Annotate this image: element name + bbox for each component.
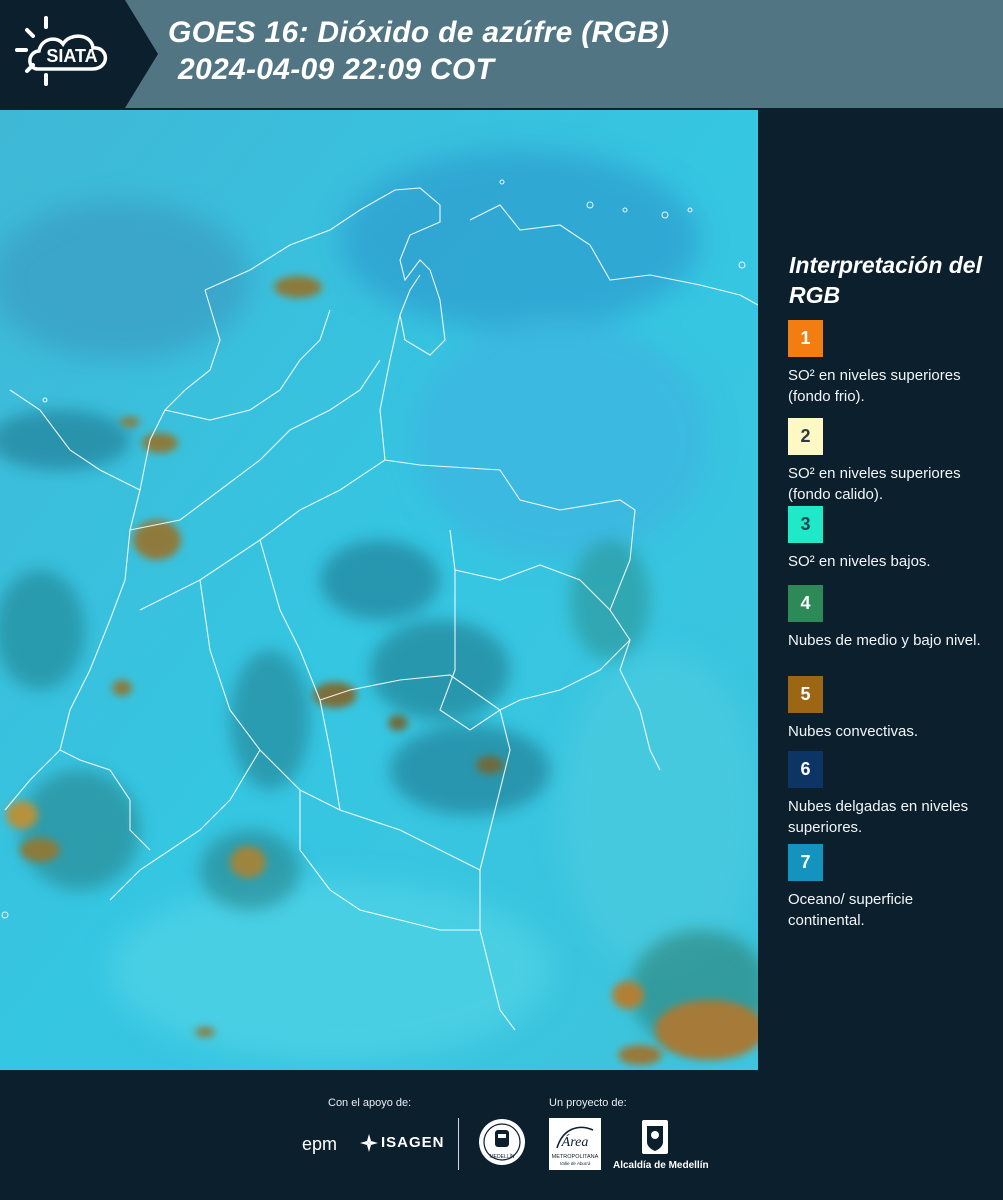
legend-title: Interpretación del RGB [789,252,982,308]
legend-number: 2 [800,426,811,446]
legend-text: SO² en niveles superiores (fondo calido)… [788,465,961,503]
page-title: GOES 16: Dióxido de azúfre (RGB) 2024-04… [168,14,669,88]
title-line-2: 2024-04-09 22:09 COT [178,53,495,86]
legend-text: SO² en niveles bajos. [788,553,931,570]
project-label: Un proyecto de: [549,1097,627,1109]
logo-text: SIATA [46,46,97,66]
footer-divider [458,1118,459,1170]
header-bar: SIATA GOES 16: Dióxido de azúfre (RGB) 2… [0,0,1003,108]
satellite-map[interactable] [0,110,758,1070]
legend-number: 5 [800,684,811,704]
area-logo-caption: Valle de Aburrá [560,1161,591,1166]
legend-item: 4 Nubes de medio y bajo nivel. [788,585,993,651]
legend-item: 7 Oceano/ superficie continental. [788,844,993,931]
satellite-map-image [0,110,758,1070]
support-label: Con el apoyo de: [328,1097,412,1109]
legend-item: 2 SO² en niveles superiores (fondo calid… [788,418,993,505]
legend-number: 4 [800,593,811,613]
medellin-seal: MEDELLÍN [478,1118,526,1171]
legend-swatch: 3 [788,506,823,543]
legend-swatch: 4 [788,585,823,622]
legend-swatch: 1 [788,320,823,357]
legend-number: 1 [800,328,811,348]
legend-number: 6 [800,759,811,779]
legend-number: 3 [800,514,811,534]
alcaldia-crest [640,1118,670,1163]
legend-text: Nubes de medio y bajo nivel. [788,632,981,649]
area-logo-text: Área [561,1133,589,1150]
siata-logo: SIATA [0,0,158,108]
area-metropolitana-logo: Área METROPOLITANA Valle de Aburrá [549,1118,601,1170]
footer: Con el apoyo de: Un proyecto de: epm ISA… [0,1070,1003,1200]
isagen-logo-icon [360,1134,378,1157]
legend-item: 1 SO² en niveles superiores (fondo frio)… [788,320,993,407]
legend-text: SO² en niveles superiores (fondo frio). [788,367,961,405]
legend-text: Nubes delgadas en niveles superiores. [788,798,969,836]
legend-swatch: 6 [788,751,823,788]
title-line-1: GOES 16: Dióxido de azúfre (RGB) [168,16,670,49]
legend-number: 7 [800,852,811,872]
legend-text: Nubes convectivas. [788,723,919,740]
legend-text: Oceano/ superficie continental. [788,891,914,929]
legend-swatch: 7 [788,844,823,881]
area-logo-subtext: METROPOLITANA [552,1154,599,1160]
legend-item: 3 SO² en niveles bajos. [788,506,993,572]
legend-item: 5 Nubes convectivas. [788,676,993,742]
legend-swatch: 2 [788,418,823,455]
seal-text: MEDELLÍN [489,1153,514,1160]
epm-logo: epm [302,1134,338,1154]
alcaldia-label: Alcaldía de Medellín [613,1160,709,1171]
isagen-logo: ISAGEN [381,1134,445,1151]
legend-panel: Interpretación del RGB 1 SO² en niveles … [758,108,1003,1070]
legend-item: 6 Nubes delgadas en niveles superiores. [788,751,993,838]
legend-swatch: 5 [788,676,823,713]
